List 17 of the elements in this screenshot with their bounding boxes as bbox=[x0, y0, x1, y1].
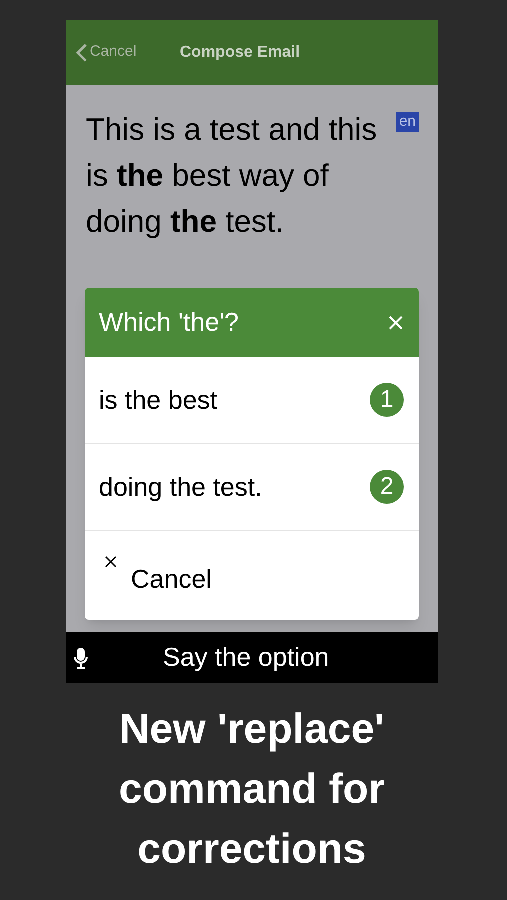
email-body[interactable]: This is a test and this is the best way of doing the test. bbox=[86, 107, 396, 245]
close-icon bbox=[105, 556, 117, 568]
voice-prompt: Say the option bbox=[163, 641, 330, 674]
nav-title: Compose Email bbox=[180, 42, 300, 62]
option-row[interactable]: doing the test. 2 bbox=[85, 444, 419, 531]
dialog-title: Which 'the'? bbox=[99, 306, 239, 339]
language-badge: en bbox=[396, 112, 419, 132]
back-chevron-icon bbox=[76, 42, 88, 62]
option-label: doing the test. bbox=[99, 470, 262, 504]
option-row[interactable]: is the best 1 bbox=[85, 357, 419, 444]
caption: New 'replace' command for corrections bbox=[118, 704, 386, 874]
number-badge: 1 bbox=[370, 383, 404, 417]
close-icon[interactable] bbox=[389, 316, 403, 330]
number-badge: 2 bbox=[370, 470, 404, 504]
option-label: is the best bbox=[99, 384, 218, 416]
microphone-icon[interactable] bbox=[73, 646, 89, 668]
cancel-option[interactable]: Cancel bbox=[85, 531, 419, 620]
